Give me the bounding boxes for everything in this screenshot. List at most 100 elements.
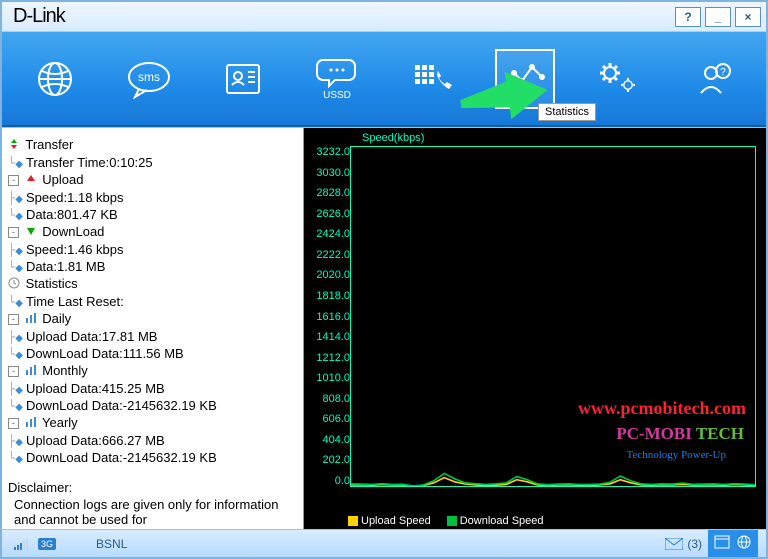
globe-small-icon[interactable]	[736, 534, 752, 553]
gears-icon	[596, 59, 642, 99]
bar-chart-icon	[25, 364, 37, 379]
network-mode-badge: 3G	[38, 538, 56, 550]
collapse-icon[interactable]: -	[8, 227, 19, 238]
window-icon[interactable]	[714, 535, 730, 552]
tree-value: Speed:1.18 kbps	[26, 190, 124, 205]
statistics-button[interactable]	[495, 49, 555, 109]
bar-chart-icon	[25, 312, 37, 327]
tree-daily-upload[interactable]: ├◆Upload Data:17.81 MB	[8, 328, 297, 345]
tree-transfer[interactable]: Transfer	[8, 136, 297, 154]
minimize-icon: _	[715, 10, 722, 24]
contacts-icon	[221, 59, 265, 99]
disclaimer-title: Disclaimer:	[8, 480, 297, 495]
statistics-tooltip: Statistics	[538, 103, 596, 121]
content-area: Transfer └◆Transfer Time:0:10:25 - Uploa…	[2, 127, 766, 529]
download-icon	[25, 225, 37, 240]
statistics-icon	[502, 59, 548, 99]
chart-y-axis: 3232.03030.02828.02626.02424.02222.02020…	[310, 134, 350, 523]
legend-download: Download Speed	[447, 515, 544, 527]
tree-label: Statistics	[26, 276, 78, 291]
tree-download-data[interactable]: └◆Data:1.81 MB	[8, 258, 297, 275]
ussd-button[interactable]: USSD	[307, 49, 367, 109]
contacts-button[interactable]	[213, 49, 273, 109]
status-right-actions	[708, 530, 758, 557]
internet-button[interactable]	[25, 49, 85, 109]
tree-monthly-upload[interactable]: ├◆Upload Data:415.25 MB	[8, 380, 297, 397]
tree-value: Upload Data:415.25 MB	[26, 381, 165, 396]
tree-label: Yearly	[42, 415, 78, 430]
disclaimer: Disclaimer: Connection logs are given on…	[8, 480, 297, 527]
tree-daily[interactable]: - Daily	[8, 310, 297, 328]
sms-icon: sms	[125, 59, 173, 99]
mail-icon[interactable]	[665, 538, 683, 550]
statusbar: 3G BSNL (3)	[2, 529, 766, 557]
stats-tree: Transfer └◆Transfer Time:0:10:25 - Uploa…	[2, 128, 304, 529]
dialpad-phone-icon	[409, 59, 453, 99]
transfer-icon	[8, 138, 20, 153]
call-button[interactable]	[401, 49, 461, 109]
tree-value: Upload Data:17.81 MB	[26, 329, 158, 344]
clock-icon	[8, 277, 20, 292]
tree-upload[interactable]: - Upload	[8, 171, 297, 189]
tree-yearly-download[interactable]: └◆DownLoad Data:-2145632.19 KB	[8, 449, 297, 466]
bar-chart-icon	[25, 416, 37, 431]
tree-yearly-upload[interactable]: ├◆Upload Data:666.27 MB	[8, 432, 297, 449]
svg-text:?: ?	[720, 67, 726, 78]
main-toolbar: sms USSD ?	[2, 32, 766, 127]
chart-legend: Upload Speed Download Speed	[348, 515, 544, 527]
tree-value: Time Last Reset:	[26, 294, 124, 309]
globe-icon	[35, 59, 75, 99]
tree-value: DownLoad Data:-2145632.19 KB	[26, 450, 217, 465]
brand-logo: D-Link	[7, 5, 65, 28]
sms-button[interactable]: sms	[119, 49, 179, 109]
collapse-icon[interactable]: -	[8, 314, 19, 325]
tree-value: Transfer Time:0:10:25	[26, 155, 153, 170]
tree-time-last-reset[interactable]: └◆Time Last Reset:	[8, 293, 297, 310]
tree-yearly[interactable]: - Yearly	[8, 414, 297, 432]
disclaimer-body: Connection logs are given only for infor…	[8, 495, 297, 527]
operator-name: BSNL	[96, 537, 127, 551]
tree-monthly[interactable]: - Monthly	[8, 362, 297, 380]
svg-text:sms: sms	[138, 70, 160, 84]
tree-value: DownLoad Data:-2145632.19 KB	[26, 398, 217, 413]
help-button[interactable]: ?	[675, 7, 701, 27]
tree-label: DownLoad	[42, 224, 104, 239]
legend-upload: Upload Speed	[348, 515, 431, 527]
collapse-icon[interactable]: -	[8, 418, 19, 429]
speed-chart-panel: Speed(kbps) 3232.03030.02828.02626.02424…	[304, 128, 766, 529]
tree-value: Data:801.47 KB	[26, 207, 118, 222]
support-button[interactable]: ?	[683, 49, 743, 109]
message-count: (3)	[687, 537, 702, 551]
tree-label: Upload	[42, 172, 83, 187]
tree-label: Transfer	[25, 137, 73, 152]
app-window: D-Link ? _ × sms USSD ? Stat	[0, 0, 768, 559]
tree-monthly-download[interactable]: └◆DownLoad Data:-2145632.19 KB	[8, 397, 297, 414]
support-icon: ?	[693, 59, 733, 99]
watermark-brand: PC-MOBI TECH	[616, 424, 744, 444]
tree-value: Speed:1.46 kbps	[26, 242, 124, 257]
watermark-tagline: Technology Power-Up	[626, 449, 726, 461]
titlebar: D-Link ? _ ×	[2, 2, 766, 32]
tree-daily-download[interactable]: └◆DownLoad Data:111.56 MB	[8, 345, 297, 362]
collapse-icon[interactable]: -	[8, 175, 19, 186]
ussd-icon	[315, 56, 359, 88]
tree-label: Monthly	[42, 363, 88, 378]
tree-value: Data:1.81 MB	[26, 259, 106, 274]
signal-icon	[14, 537, 30, 551]
tree-value: Upload Data:666.27 MB	[26, 433, 165, 448]
tree-download-speed[interactable]: ├◆Speed:1.46 kbps	[8, 241, 297, 258]
close-button[interactable]: ×	[735, 7, 761, 27]
watermark-url: www.pcmobitech.com	[578, 398, 746, 419]
tree-download[interactable]: - DownLoad	[8, 223, 297, 241]
upload-icon	[25, 173, 37, 188]
tree-statistics[interactable]: Statistics	[8, 275, 297, 293]
collapse-icon[interactable]: -	[8, 366, 19, 377]
tree-transfer-time[interactable]: └◆Transfer Time:0:10:25	[8, 154, 297, 171]
settings-button[interactable]	[589, 49, 649, 109]
ussd-label: USSD	[323, 90, 351, 101]
tree-label: Daily	[42, 311, 71, 326]
tree-upload-speed[interactable]: ├◆Speed:1.18 kbps	[8, 189, 297, 206]
minimize-button[interactable]: _	[705, 7, 731, 27]
tree-upload-data[interactable]: └◆Data:801.47 KB	[8, 206, 297, 223]
tree-value: DownLoad Data:111.56 MB	[26, 346, 184, 361]
